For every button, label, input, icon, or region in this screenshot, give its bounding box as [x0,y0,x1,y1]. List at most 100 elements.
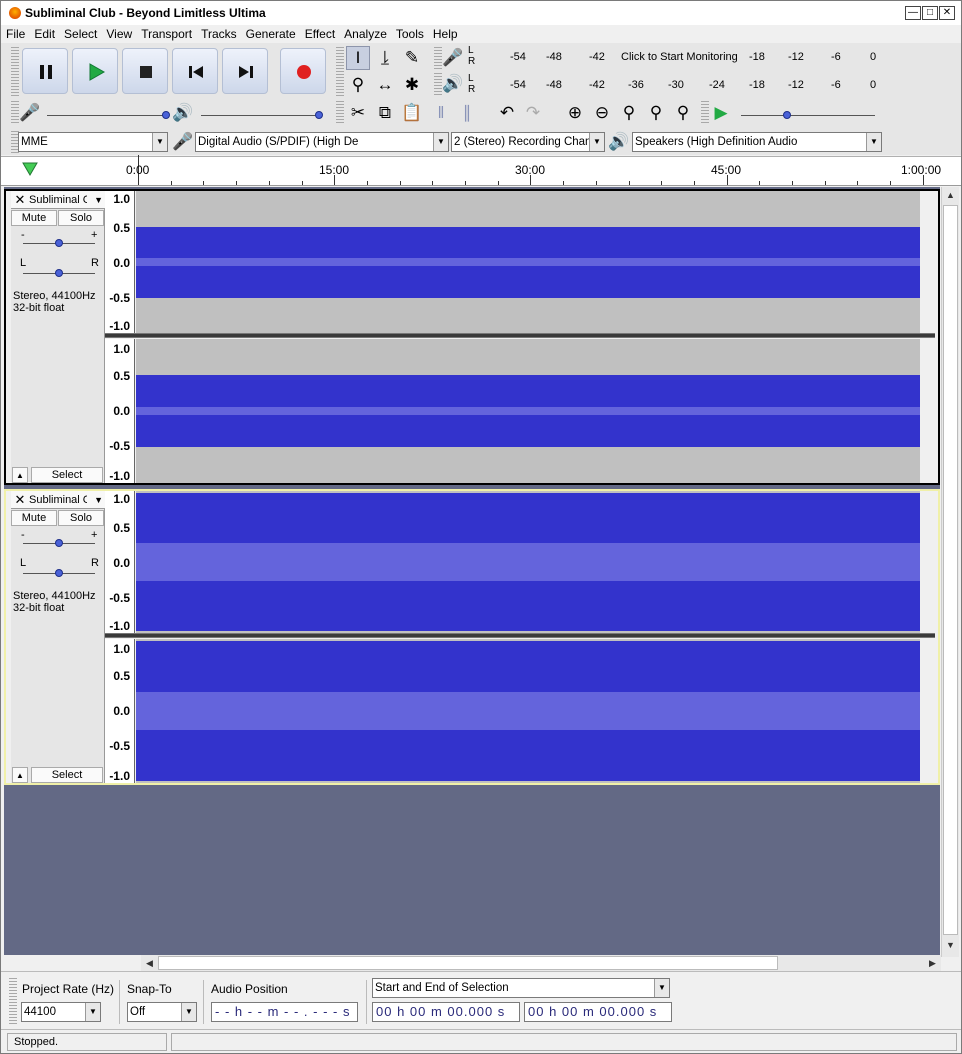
vertical-scrollbar[interactable]: ▲ ▼ [941,187,959,957]
menu-generate[interactable]: Generate [241,25,300,42]
selection-end-time[interactable]: 00 h 00 m 00.000 s [524,1002,672,1022]
audio-track-1[interactable]: ✕ Subliminal Cl ▼ Mute Solo - + L R Ster… [4,189,940,485]
track-menu-icon[interactable]: ▼ [94,191,103,209]
playback-device-select[interactable]: Speakers (High Definition Audio ▼ [632,132,882,152]
horizontal-scrollbar[interactable]: ◀ ▶ [141,955,941,971]
minimize-button[interactable]: — [905,6,921,20]
copy-button[interactable]: ⧉ [373,101,397,125]
close-button[interactable]: ✕ [939,6,955,20]
pan-knob[interactable] [55,569,63,577]
playback-volume-slider[interactable] [201,115,321,116]
waveform-channel-right[interactable] [136,639,920,783]
horizontal-scroll-thumb[interactable] [158,956,778,970]
track-name[interactable]: Subliminal Cl [29,191,87,209]
scroll-right-icon[interactable]: ▶ [924,955,941,971]
recording-volume-slider[interactable] [47,115,167,116]
recording-volume-knob[interactable] [162,111,170,119]
audio-track-2[interactable]: ✕ Subliminal Cl ▼ Mute Solo - + L R Ster… [4,489,940,785]
project-rate-select[interactable]: 44100 ▼ [21,1002,101,1022]
scroll-down-icon[interactable]: ▼ [942,937,959,953]
draw-tool-button[interactable]: ✎ [400,46,424,70]
play-speed-knob[interactable] [783,111,791,119]
gain-knob[interactable] [55,539,63,547]
time-shift-tool-button[interactable]: ↔ [373,73,397,97]
record-meter-button[interactable]: 🎤 [441,46,465,70]
snap-to-select[interactable]: Off ▼ [127,1002,197,1022]
vertical-scroll-thumb[interactable] [943,205,958,935]
solo-button[interactable]: Solo [58,210,104,226]
stop-button[interactable] [122,48,168,94]
menu-effect[interactable]: Effect [300,25,339,42]
zoom-in-button[interactable]: ⊕ [563,101,587,125]
trim-button[interactable]: ‖ [429,101,453,125]
maximize-button[interactable]: □ [922,6,938,20]
select-track-button[interactable]: Select [31,467,103,483]
selection-start-time[interactable]: 00 h 00 m 00.000 s [372,1002,520,1022]
envelope-tool-button[interactable]: ⥕ [373,46,397,70]
collapse-track-icon[interactable]: ▲ [12,767,28,783]
redo-button[interactable]: ↷ [521,101,545,125]
menu-file[interactable]: File [1,25,29,42]
play-at-speed-grip[interactable] [701,101,709,125]
menu-tracks[interactable]: Tracks [196,25,241,42]
waveform-channel-right[interactable] [136,339,920,483]
multi-tool-button[interactable]: ✱ [400,73,424,97]
playback-volume-knob[interactable] [315,111,323,119]
audio-position-time[interactable]: - - h - - m - - . - - - s [211,1002,358,1022]
silence-button[interactable]: ∥ [455,101,479,125]
undo-button[interactable]: ↶ [495,101,519,125]
pause-button[interactable] [22,48,68,94]
collapse-track-icon[interactable]: ▲ [12,467,28,483]
scroll-up-icon[interactable]: ▲ [942,187,959,203]
play-at-speed-button[interactable]: ▶ [709,101,733,125]
timeline-ruler[interactable]: 0:00 15:00 30:00 45:00 1:00:00 [1,155,961,186]
menu-edit[interactable]: Edit [29,25,59,42]
scroll-left-icon[interactable]: ◀ [141,955,158,971]
waveform-channel-left[interactable] [136,191,920,333]
pinned-play-head-icon[interactable] [21,161,39,177]
record-meter-scale[interactable]: -54 -48 -42 Click to Start Monitoring -1… [479,51,879,65]
recording-device-select[interactable]: Digital Audio (S/PDIF) (High De ▼ [195,132,449,152]
close-track-icon[interactable]: ✕ [14,491,26,509]
channel-separator[interactable] [105,333,935,338]
edit-toolbar-grip[interactable] [336,101,344,125]
tools-toolbar-grip[interactable] [336,47,344,97]
fit-selection-button[interactable]: ⚲ [617,101,641,125]
paste-button[interactable]: 📋 [400,101,424,125]
selection-mode-select[interactable]: Start and End of Selection ▼ [372,978,670,998]
solo-button[interactable]: Solo [58,510,104,526]
play-speed-slider[interactable] [741,115,875,116]
skip-to-end-button[interactable] [222,48,268,94]
transport-toolbar-grip[interactable] [11,47,19,97]
record-button[interactable] [280,48,326,94]
play-meter-button[interactable]: 🔊 [441,72,465,96]
track-name-bar[interactable]: ✕ Subliminal Cl ▼ [11,191,105,209]
zoom-out-button[interactable]: ⊖ [590,101,614,125]
menu-help[interactable]: Help [428,25,462,42]
track-menu-icon[interactable]: ▼ [94,491,103,509]
menu-transport[interactable]: Transport [136,25,196,42]
play-meter-scale[interactable]: -54 -48 -42 -36 -30 -24 -18 -12 -6 0 [479,79,879,93]
play-button[interactable] [72,48,118,94]
zoom-toggle-button[interactable]: ⚲ [671,101,695,125]
menu-select[interactable]: Select [59,25,101,42]
channel-separator[interactable] [105,633,935,638]
tracks-area[interactable]: ✕ Subliminal Cl ▼ Mute Solo - + L R Ster… [4,187,940,955]
skip-to-start-button[interactable] [172,48,218,94]
track-name-bar[interactable]: ✕ Subliminal Cl ▼ [11,491,105,509]
gain-knob[interactable] [55,239,63,247]
zoom-tool-button[interactable]: ⚲ [346,73,370,97]
mute-button[interactable]: Mute [11,510,57,526]
track-name[interactable]: Subliminal Cl [29,491,87,509]
recording-channels-select[interactable]: 2 (Stereo) Recording Chann ▼ [451,132,605,152]
fit-project-button[interactable]: ⚲ [644,101,668,125]
cut-button[interactable]: ✂ [346,101,370,125]
waveform-channel-left[interactable] [136,491,920,633]
selection-tool-button[interactable]: I [346,46,370,70]
menu-view[interactable]: View [101,25,136,42]
menu-tools[interactable]: Tools [391,25,428,42]
close-track-icon[interactable]: ✕ [14,191,26,209]
mute-button[interactable]: Mute [11,210,57,226]
audio-host-select[interactable]: MME ▼ [18,132,168,152]
selection-toolbar-grip[interactable] [9,978,17,1024]
